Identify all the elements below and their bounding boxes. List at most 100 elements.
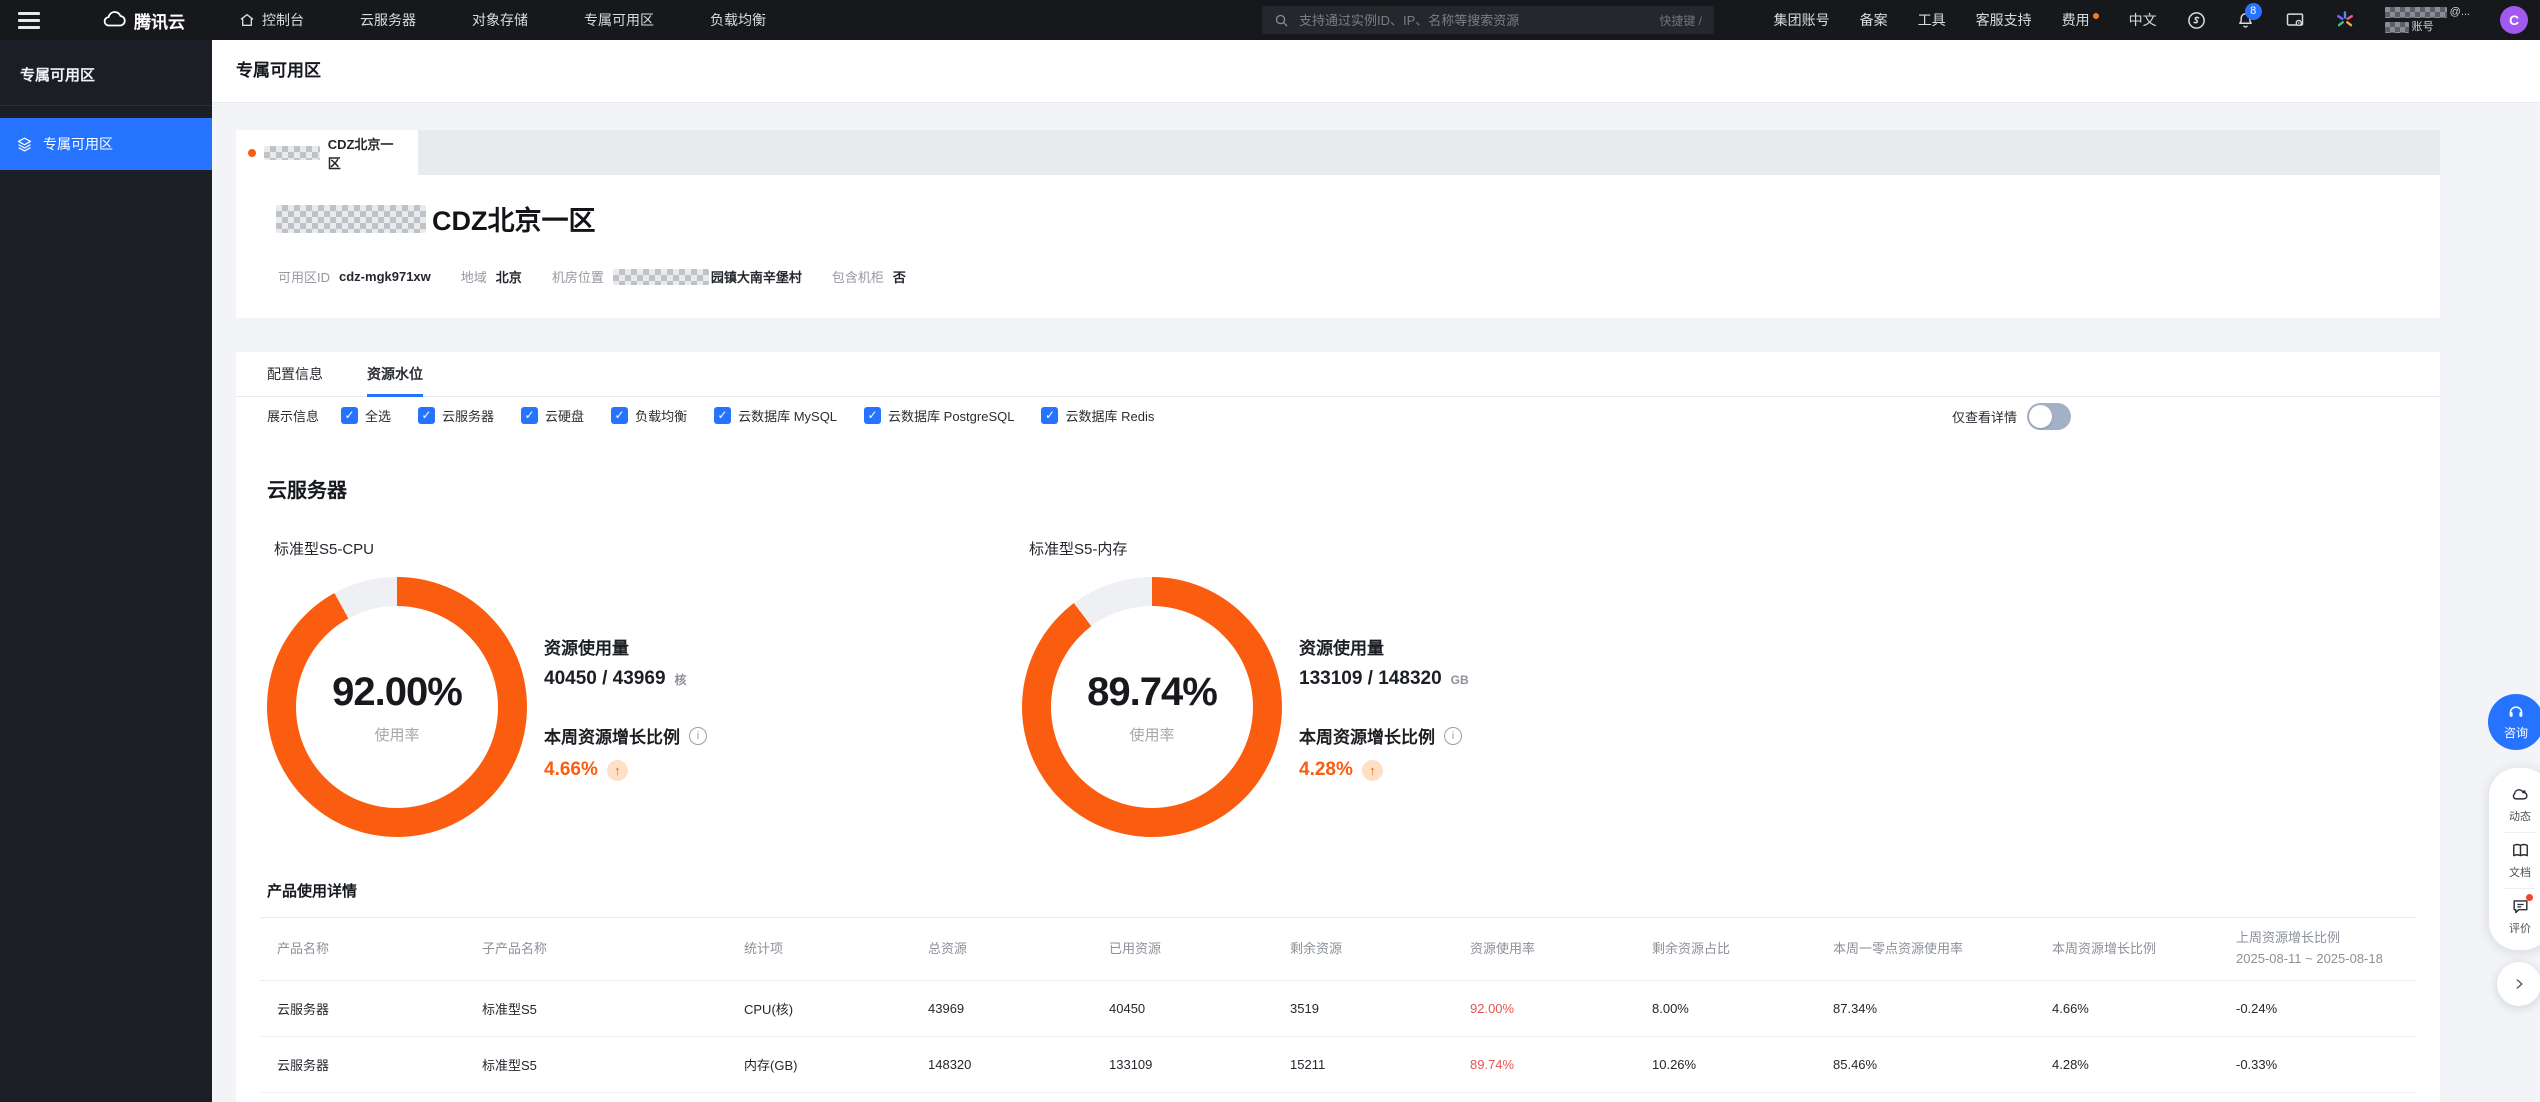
details-only-toggle-group: 仅查看详情 xyxy=(1952,403,2071,430)
cell: 4.28% xyxy=(2035,1037,2219,1093)
arrow-up-icon: ↑ xyxy=(607,760,628,781)
col-header-label: 上周资源增长比例 xyxy=(2236,930,2340,945)
consult-label: 咨询 xyxy=(2504,724,2528,741)
nav-support[interactable]: 客服支持 xyxy=(1976,10,2032,30)
chart-info-memory: 资源使用量 133109 / 148320 GB 本周资源增长比例 i 4.28… xyxy=(1299,634,1469,781)
nav-cdz[interactable]: 专属可用区 xyxy=(584,10,654,30)
top-navbar: 腾讯云 控制台 云服务器 对象存储 专属可用区 负载均衡 快捷键 / 集团账号 … xyxy=(0,0,2540,40)
cell: 43969 xyxy=(911,981,1092,1037)
cell: 85.46% xyxy=(1816,1037,2035,1093)
col-header: 统计项 xyxy=(727,918,911,981)
info-icon[interactable]: i xyxy=(1444,727,1462,745)
nav-console[interactable]: 控制台 xyxy=(239,10,304,30)
donut-center-cpu: 92.00% 使用率 xyxy=(267,577,527,837)
account-type-redacted xyxy=(2385,22,2409,33)
cell: 8.00% xyxy=(1635,981,1816,1037)
usage-details-table: 产品名称 子产品名称 统计项 总资源 已用资源 剩余资源 资源使用率 剩余资源占… xyxy=(260,917,2416,1093)
cell: 148320 xyxy=(911,1037,1092,1093)
news-button[interactable]: 动态 xyxy=(2489,780,2540,829)
details-only-switch[interactable] xyxy=(2027,403,2071,430)
collapse-panel-button[interactable] xyxy=(2497,962,2540,1006)
chart-info-cpu: 资源使用量 40450 / 43969 核 本周资源增长比例 i 4.66% ↑ xyxy=(544,634,707,781)
nav-console-label: 控制台 xyxy=(262,10,304,30)
checkbox-clb[interactable]: ✓负载均衡 xyxy=(611,406,687,425)
cell: -0.24% xyxy=(2219,981,2416,1037)
nav-language[interactable]: 中文 xyxy=(2129,10,2157,30)
chart-title: 标准型S5-内存 xyxy=(1022,538,1767,559)
checkbox-cvm[interactable]: ✓云服务器 xyxy=(418,406,494,425)
nav-clb[interactable]: 负载均衡 xyxy=(710,10,766,30)
donut-sublabel: 使用率 xyxy=(1129,724,1174,745)
zone-tab[interactable]: CDZ北京一区 xyxy=(236,130,418,175)
checkbox-cbs[interactable]: ✓云硬盘 xyxy=(521,406,584,425)
checkbox-postgresql[interactable]: ✓云数据库 PostgreSQL xyxy=(864,406,1014,425)
detail-tabs: 配置信息 资源水位 xyxy=(236,352,2440,397)
display-filters: 展示信息 ✓全选 ✓云服务器 ✓云硬盘 ✓负载均衡 ✓云数据库 MySQL ✓云… xyxy=(267,406,1154,425)
nav-icp[interactable]: 备案 xyxy=(1860,10,1888,30)
donut-center-memory: 89.74% 使用率 xyxy=(1022,577,1282,837)
avatar[interactable]: C xyxy=(2500,6,2528,34)
consult-button[interactable]: 咨询 xyxy=(2488,694,2540,750)
zone-tabstrip: CDZ北京一区 xyxy=(236,130,2440,175)
table-row[interactable]: 云服务器 标准型S5 CPU(核) 43969 40450 3519 92.00… xyxy=(260,981,2416,1037)
zone-title-text: CDZ北京一区 xyxy=(432,199,596,238)
cell: 133109 xyxy=(1092,1037,1273,1093)
brand-logo[interactable]: 腾讯云 xyxy=(102,8,185,33)
sidebar-item-dedicated-zone[interactable]: 专属可用区 xyxy=(0,118,212,170)
arrow-up-icon: ↑ xyxy=(1362,760,1383,781)
cell-usage-rate: 89.74% xyxy=(1453,1037,1635,1093)
location-label: 机房位置 xyxy=(552,267,604,286)
nav-billing[interactable]: 费用 xyxy=(2062,10,2099,30)
navbar-right: 集团账号 备案 工具 客服支持 费用 中文 8 xyxy=(1774,0,2528,40)
growth-label: 本周资源增长比例 xyxy=(544,723,680,748)
info-icon[interactable]: i xyxy=(689,727,707,745)
main-content: 专属可用区 CDZ北京一区 CDZ北京一区 可用区ID cdz-mgk971xw… xyxy=(212,40,2540,1102)
cloud-icon xyxy=(2511,785,2530,804)
nav-cvm-label: 云服务器 xyxy=(360,10,416,30)
nav-tools[interactable]: 工具 xyxy=(1918,10,1946,30)
zone-header-card: CDZ北京一区 可用区ID cdz-mgk971xw 地域 北京 机房位置 园镇… xyxy=(236,175,2440,318)
divider xyxy=(2505,832,2535,833)
checkbox-select-all[interactable]: ✓全选 xyxy=(341,406,391,425)
docs-button[interactable]: 文档 xyxy=(2489,836,2540,885)
tab-resource-water-level[interactable]: 资源水位 xyxy=(367,352,423,396)
hamburger-menu-icon[interactable] xyxy=(18,12,40,29)
cell-usage-rate: 92.00% xyxy=(1453,981,1635,1037)
floating-toolbar: 动态 文档 评价 xyxy=(2489,768,2540,950)
tab-config-info[interactable]: 配置信息 xyxy=(267,352,323,396)
col-header: 子产品名称 xyxy=(465,918,727,981)
table-header-row: 产品名称 子产品名称 统计项 总资源 已用资源 剩余资源 资源使用率 剩余资源占… xyxy=(260,918,2416,981)
table-row[interactable]: 云服务器 标准型S5 内存(GB) 148320 133109 15211 89… xyxy=(260,1037,2416,1093)
billing-notice-dot xyxy=(2093,13,2099,19)
region-label: 地域 xyxy=(461,267,487,286)
checkbox-mysql[interactable]: ✓云数据库 MySQL xyxy=(714,406,837,425)
account-info[interactable]: @... 账号 xyxy=(2385,7,2470,33)
resource-card: 配置信息 资源水位 展示信息 ✓全选 ✓云服务器 ✓云硬盘 ✓负载均衡 ✓云数据… xyxy=(236,352,2440,1102)
book-icon xyxy=(2511,841,2530,860)
cell: 云服务器 xyxy=(260,1037,465,1093)
col-header: 本周资源增长比例 xyxy=(2035,918,2219,981)
checkbox-checked-icon: ✓ xyxy=(611,407,628,424)
cell: 标准型S5 xyxy=(465,1037,727,1093)
region-value: 北京 xyxy=(496,267,522,286)
console-settings-icon[interactable] xyxy=(2285,10,2305,30)
details-title: 产品使用详情 xyxy=(267,880,357,901)
feedback-label: 评价 xyxy=(2509,920,2531,936)
search-input[interactable] xyxy=(1297,12,1651,29)
nav-cvm[interactable]: 云服务器 xyxy=(360,10,416,30)
checkbox-redis[interactable]: ✓云数据库 Redis xyxy=(1041,406,1154,425)
checkbox-checked-icon: ✓ xyxy=(1041,407,1058,424)
checkbox-checked-icon: ✓ xyxy=(418,407,435,424)
search-box[interactable]: 快捷键 / xyxy=(1262,6,1714,34)
docs-label: 文档 xyxy=(2509,864,2531,880)
voice-support-icon[interactable] xyxy=(2187,11,2206,30)
zone-status-dot xyxy=(248,149,256,157)
notification-bell-icon[interactable]: 8 xyxy=(2236,11,2255,30)
feedback-notice-dot xyxy=(2526,894,2533,901)
brand-name: 腾讯云 xyxy=(134,8,185,33)
col-header: 资源使用率 xyxy=(1453,918,1635,981)
nav-group-account[interactable]: 集团账号 xyxy=(1774,10,1830,30)
nav-cos[interactable]: 对象存储 xyxy=(472,10,528,30)
copilot-pinwheel-icon[interactable] xyxy=(2335,10,2355,30)
feedback-button[interactable]: 评价 xyxy=(2489,892,2540,941)
